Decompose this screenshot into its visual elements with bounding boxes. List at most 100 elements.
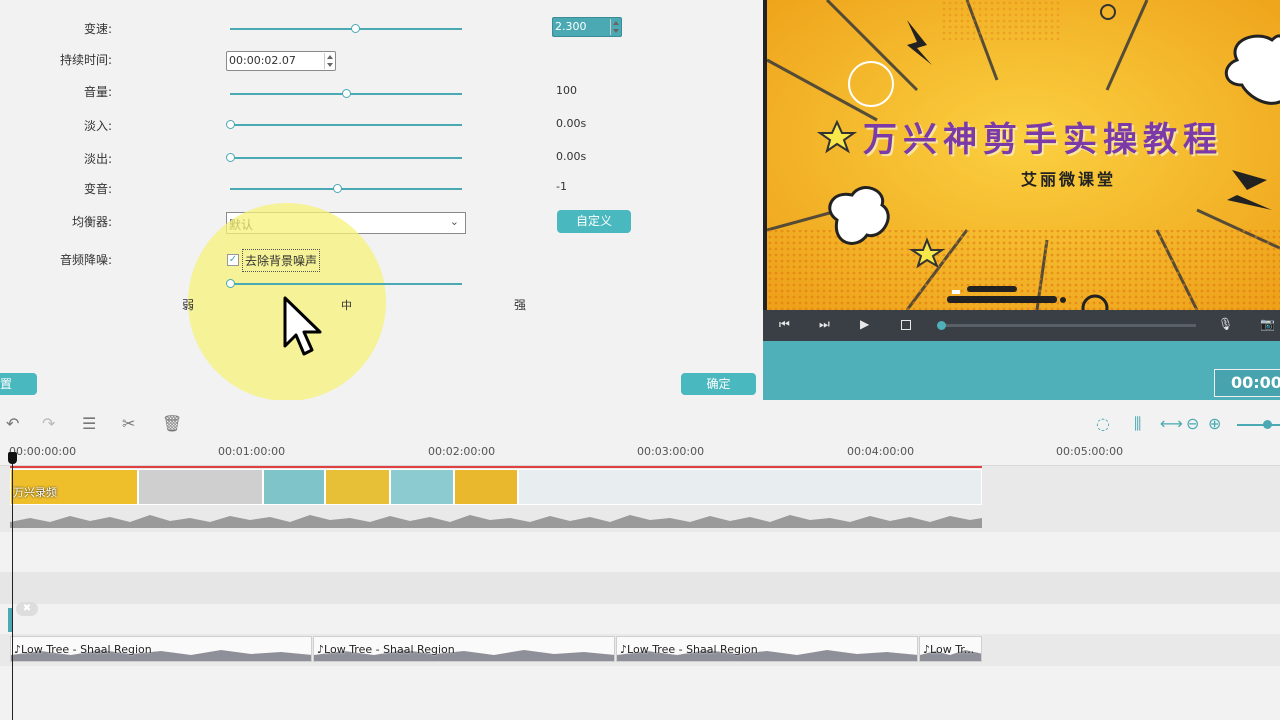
speed-input-value: 2.300 [555,20,587,33]
fadein-label: 淡入: [83,119,112,133]
weak-label: 弱 [182,298,195,312]
video-clip[interactable] [390,469,454,505]
ruler-tick: 00:00:00:00 [9,445,77,458]
audio-clip[interactable]: ♪Low Tr... [919,636,982,662]
music-note-icon: ♪ [317,643,325,656]
camera-icon[interactable]: 📷 [1260,317,1275,331]
prev-frame-icon[interactable]: ⏮ [779,317,790,332]
pitch-slider[interactable] [230,188,462,190]
music-note-icon: ♪ [620,643,628,656]
ruler-tick: 00:03:00:00 [637,445,705,458]
preview-title: 万兴神剪手实操教程 [863,120,1223,160]
video-clip[interactable] [325,469,390,505]
audio-clip-label: ♪Low Tr... [923,643,974,656]
redo-icon[interactable]: ↷ [42,414,55,433]
audio-clip-label: ♪Low Tree - Shaal Region [317,643,455,656]
timeline-ruler[interactable]: 00:00:00:00 00:01:00:00 00:02:00:00 00:0… [0,444,1280,466]
next-frame-icon[interactable]: ⏭ [819,317,830,332]
spin-arrows-icon[interactable] [324,53,334,69]
audio-mixer-icon[interactable]: ⫼ [1134,414,1141,434]
stop-icon[interactable] [901,320,911,330]
fadeout-slider[interactable] [230,157,462,159]
preview-screen[interactable]: 万兴神剪手实操教程 艾丽微课堂 [763,0,1280,310]
spin-arrows-icon[interactable] [610,19,620,35]
video-audio-waveform [10,515,982,528]
pitch-label: 变音: [83,182,112,196]
video-clip[interactable] [518,469,982,505]
audio-clip[interactable]: ♪Low Tree - Shaal Region [10,636,312,662]
denoise-slider-knob[interactable] [226,279,235,288]
mouse-cursor-icon [283,296,322,356]
pitch-value: -1 [556,180,567,193]
speed-slider[interactable] [230,28,462,30]
duration-input[interactable]: 00:00:02.07 [226,51,336,71]
zoom-in-icon[interactable]: ⊕ [1208,414,1221,433]
audio-settings-panel: 变速: 2.300 持续时间: 00:00:02.07 音量: 100 淡入: … [0,0,763,401]
audio-clip-label: ♪Low Tree - Shaal Region [620,643,758,656]
denoise-checkbox[interactable]: ✓ [227,254,239,266]
playback-progress-bar[interactable] [941,324,1196,327]
microphone-icon[interactable]: 🎙 [1218,317,1233,331]
equalizer-label: 均衡器: [71,215,112,229]
ok-button[interactable]: 确定 [681,373,756,395]
playhead-handle[interactable] [8,452,17,464]
track-selection-bar [10,466,982,468]
speed-label: 变速: [83,22,112,36]
playhead[interactable] [12,452,13,720]
timeline-toolbar: ↶ ↷ ☰ ✂ 🗑 ◌ ⫼ ⟷ ⊖ ⊕ [0,400,1280,444]
fadein-slider[interactable] [230,124,462,126]
denoise-checkbox-label[interactable]: 去除背景噪声 [242,249,321,272]
undo-icon[interactable]: ↶ [6,414,19,433]
fit-icon[interactable]: ⟷ [1160,414,1183,433]
video-clip[interactable] [454,469,518,505]
preview-timecode: 00:00 [1214,369,1280,397]
zoom-slider-knob[interactable] [1263,420,1272,429]
mute-track-icon[interactable]: ✖ [16,602,38,616]
speed-slider-knob[interactable] [351,24,361,33]
zoom-out-icon[interactable]: ⊖ [1186,414,1199,433]
preview-subtitle: 艾丽微课堂 [1021,170,1117,189]
denoise-slider[interactable] [230,283,462,285]
strong-label: 强 [514,298,527,312]
reset-button[interactable]: 置 [0,373,37,395]
empty-track [0,532,1280,572]
music-note-icon: ♪ [14,643,22,656]
fadein-slider-knob[interactable] [226,120,235,129]
speed-input[interactable]: 2.300 [552,17,622,37]
video-clip[interactable] [263,469,325,505]
audio-clip[interactable]: ♪Low Tree - Shaal Region [313,636,615,662]
audio-clip[interactable]: ♪Low Tree - Shaal Region [616,636,918,662]
video-track: 万兴录频 [0,466,1280,532]
fadeout-slider-knob[interactable] [226,153,235,162]
duration-input-value: 00:00:02.07 [229,54,296,67]
empty-track: ✖ [0,602,1280,636]
ruler-tick: 00:01:00:00 [218,445,286,458]
fadeout-value: 0.00s [556,150,587,163]
chevron-down-icon: ⌄ [449,215,459,228]
scissors-icon[interactable]: ✂ [122,414,135,433]
duration-label: 持续时间: [59,53,112,67]
ruler-tick: 00:05:00:00 [1056,445,1124,458]
music-note-icon: ♪ [923,643,931,656]
audio-clip-name: Low Tree - Shaal Region [324,643,455,656]
denoise-label: 音频降噪: [59,253,112,267]
volume-slider-knob[interactable] [342,89,351,98]
ruler-tick: 00:04:00:00 [847,445,915,458]
video-clip[interactable]: 万兴录频 [10,469,138,505]
render-icon[interactable]: ◌ [1096,414,1110,433]
audio-clip-label: ♪Low Tree - Shaal Region [14,643,152,656]
video-clip[interactable] [138,469,263,505]
playback-progress-knob[interactable] [937,321,946,330]
audio-track: ♪Low Tree - Shaal Region ♪Low Tree - Sha… [0,634,1280,666]
adjust-icon[interactable]: ☰ [82,414,96,433]
pitch-slider-knob[interactable] [332,184,342,193]
custom-button[interactable]: 自定义 [557,210,631,233]
volume-label: 音量: [83,85,112,99]
zoom-slider[interactable] [1237,424,1280,426]
fadein-value: 0.00s [556,117,587,130]
playback-controls: ⏮ ⏭ ▶ 🎙 📷 [763,310,1280,341]
ruler-tick: 00:02:00:00 [428,445,496,458]
trash-icon[interactable]: 🗑 [162,414,182,433]
audio-clip-name: Low Tree - Shaal Region [21,643,152,656]
play-icon[interactable]: ▶ [860,317,869,331]
